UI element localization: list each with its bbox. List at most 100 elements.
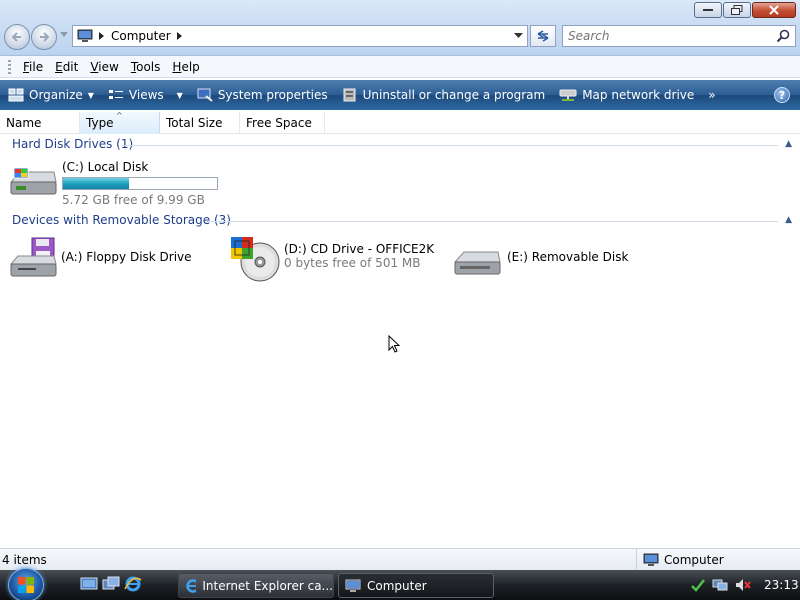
network-icon[interactable] [712, 577, 728, 593]
drive-d-free-space: 0 bytes free of 501 MB [284, 256, 421, 270]
drive-a-floppy[interactable]: (A:) Floppy Disk Drive [8, 236, 192, 280]
sort-ascending-icon: ^ [116, 111, 123, 120]
column-type-label: Type [86, 116, 114, 130]
forward-arrow-icon [40, 32, 50, 42]
mouse-cursor-icon [388, 335, 400, 353]
volume-muted-icon[interactable] [734, 577, 752, 593]
breadcrumb: Computer [77, 29, 183, 43]
drive-e-removable[interactable]: (E:) Removable Disk [452, 240, 628, 280]
drive-c-info: (C:) Local Disk 5.72 GB free of 9.99 GB [62, 160, 218, 207]
caption-buttons [694, 2, 796, 18]
status-item-count: 4 items [2, 552, 47, 567]
organize-label: Organize [29, 88, 83, 102]
views-button[interactable]: Views ▼ [108, 88, 183, 102]
drive-c-capacity-fill [63, 178, 130, 189]
internet-explorer-icon[interactable] [124, 576, 142, 592]
column-free-space-label: Free Space [246, 116, 312, 130]
drive-d-info: (D:) CD Drive - OFFICE2K 0 bytes free of… [284, 236, 434, 270]
menu-help[interactable]: Help [166, 60, 205, 74]
taskbar-computer[interactable]: Computer [338, 573, 494, 598]
group-removable-storage-label: Devices with Removable Storage (3) [12, 213, 231, 227]
group-divider [206, 221, 778, 222]
help-button[interactable]: ? [774, 87, 790, 103]
drive-c-capacity-bar [62, 177, 218, 190]
menu-tools[interactable]: Tools [125, 60, 167, 74]
refresh-button[interactable] [530, 25, 556, 47]
map-network-drive-label: Map network drive [582, 88, 695, 102]
drive-c-free-space: 5.72 GB free of 9.99 GB [62, 193, 205, 207]
menu-bar: File Edit View Tools Help [0, 56, 800, 78]
map-network-drive-button[interactable]: Map network drive [559, 88, 694, 102]
search-box [562, 25, 796, 47]
group-hard-disk-drives[interactable]: Hard Disk Drives (1) ▲ [12, 137, 800, 151]
network-drive-icon [559, 89, 577, 101]
drive-d-cd[interactable]: (D:) CD Drive - OFFICE2K 0 bytes free of… [230, 236, 434, 284]
command-bar: Organize ▼ Views ▼ System properties Uni… [0, 80, 800, 110]
restore-icon [731, 5, 743, 15]
search-icon[interactable] [776, 29, 790, 43]
system-properties-label: System properties [217, 88, 328, 102]
group-hard-disk-drives-label: Hard Disk Drives (1) [12, 137, 134, 151]
start-button[interactable] [8, 568, 44, 600]
organize-dropdown-icon: ▼ [87, 90, 94, 100]
breadcrumb-arrow-icon[interactable] [99, 32, 105, 40]
status-location-label: Computer [664, 553, 724, 567]
system-properties-icon [197, 88, 213, 102]
group-divider [122, 145, 778, 146]
back-button[interactable] [4, 24, 30, 50]
views-dropdown-icon[interactable]: ▼ [177, 91, 183, 100]
group-removable-storage[interactable]: Devices with Removable Storage (3) ▲ [12, 213, 800, 227]
address-dropdown-icon[interactable] [514, 33, 523, 39]
organize-button[interactable]: Organize ▼ [8, 88, 94, 102]
show-desktop-icon[interactable] [80, 576, 98, 592]
search-input[interactable] [563, 29, 763, 43]
taskbar-computer-label: Computer [367, 578, 427, 593]
menu-edit[interactable]: Edit [49, 60, 84, 74]
more-commands-button[interactable]: » [708, 88, 715, 102]
switch-windows-icon[interactable] [102, 576, 120, 592]
more-commands-chevron: » [708, 88, 716, 102]
cd-drive-icon [231, 237, 280, 282]
breadcrumb-arrow-icon[interactable] [176, 32, 183, 40]
hard-disk-icon [9, 167, 57, 195]
windows-logo-icon [18, 577, 34, 593]
forward-button[interactable] [31, 24, 57, 50]
minimize-button[interactable] [694, 2, 722, 18]
close-icon [769, 5, 779, 15]
column-total-size[interactable]: Total Size [160, 112, 240, 134]
maximize-button[interactable] [723, 2, 751, 18]
taskbar-internet-explorer[interactable]: Internet Explorer ca... [178, 573, 334, 598]
status-location: Computer [636, 549, 724, 571]
collapse-group-icon[interactable]: ▲ [785, 215, 792, 225]
menu-view[interactable]: View [84, 60, 124, 74]
recent-pages-chevron-icon[interactable] [60, 32, 68, 38]
security-shield-icon[interactable] [690, 577, 706, 593]
close-button[interactable] [752, 2, 796, 18]
organize-icon [8, 88, 24, 102]
column-total-size-label: Total Size [166, 116, 223, 130]
navigation-buttons [4, 24, 58, 50]
column-headers: Name Type ^ Total Size Free Space [0, 111, 800, 134]
uninstall-program-button[interactable]: Uninstall or change a program [342, 88, 545, 102]
removable-disk-icon [453, 251, 501, 275]
taskbar-internet-explorer-label: Internet Explorer ca... [202, 578, 333, 593]
column-name[interactable]: Name [0, 112, 80, 134]
drive-c-local-disk[interactable]: (C:) Local Disk 5.72 GB free of 9.99 GB [8, 160, 218, 207]
quick-launch [80, 576, 142, 592]
programs-icon [343, 88, 356, 102]
address-bar[interactable]: Computer [72, 25, 528, 47]
computer-icon [77, 29, 93, 42]
clock[interactable]: 23:13 [764, 578, 799, 592]
menu-grip [8, 59, 11, 74]
breadcrumb-computer[interactable]: Computer [111, 29, 171, 43]
window-top: Computer [0, 0, 800, 56]
minimize-icon [703, 9, 713, 11]
computer-icon [643, 553, 659, 566]
system-properties-button[interactable]: System properties [197, 88, 328, 102]
menu-file[interactable]: File [17, 60, 49, 74]
column-free-space[interactable]: Free Space [240, 112, 325, 134]
column-type[interactable]: Type ^ [80, 111, 160, 134]
collapse-group-icon[interactable]: ▲ [785, 139, 792, 149]
refresh-icon [537, 30, 549, 42]
views-label: Views [128, 88, 164, 102]
